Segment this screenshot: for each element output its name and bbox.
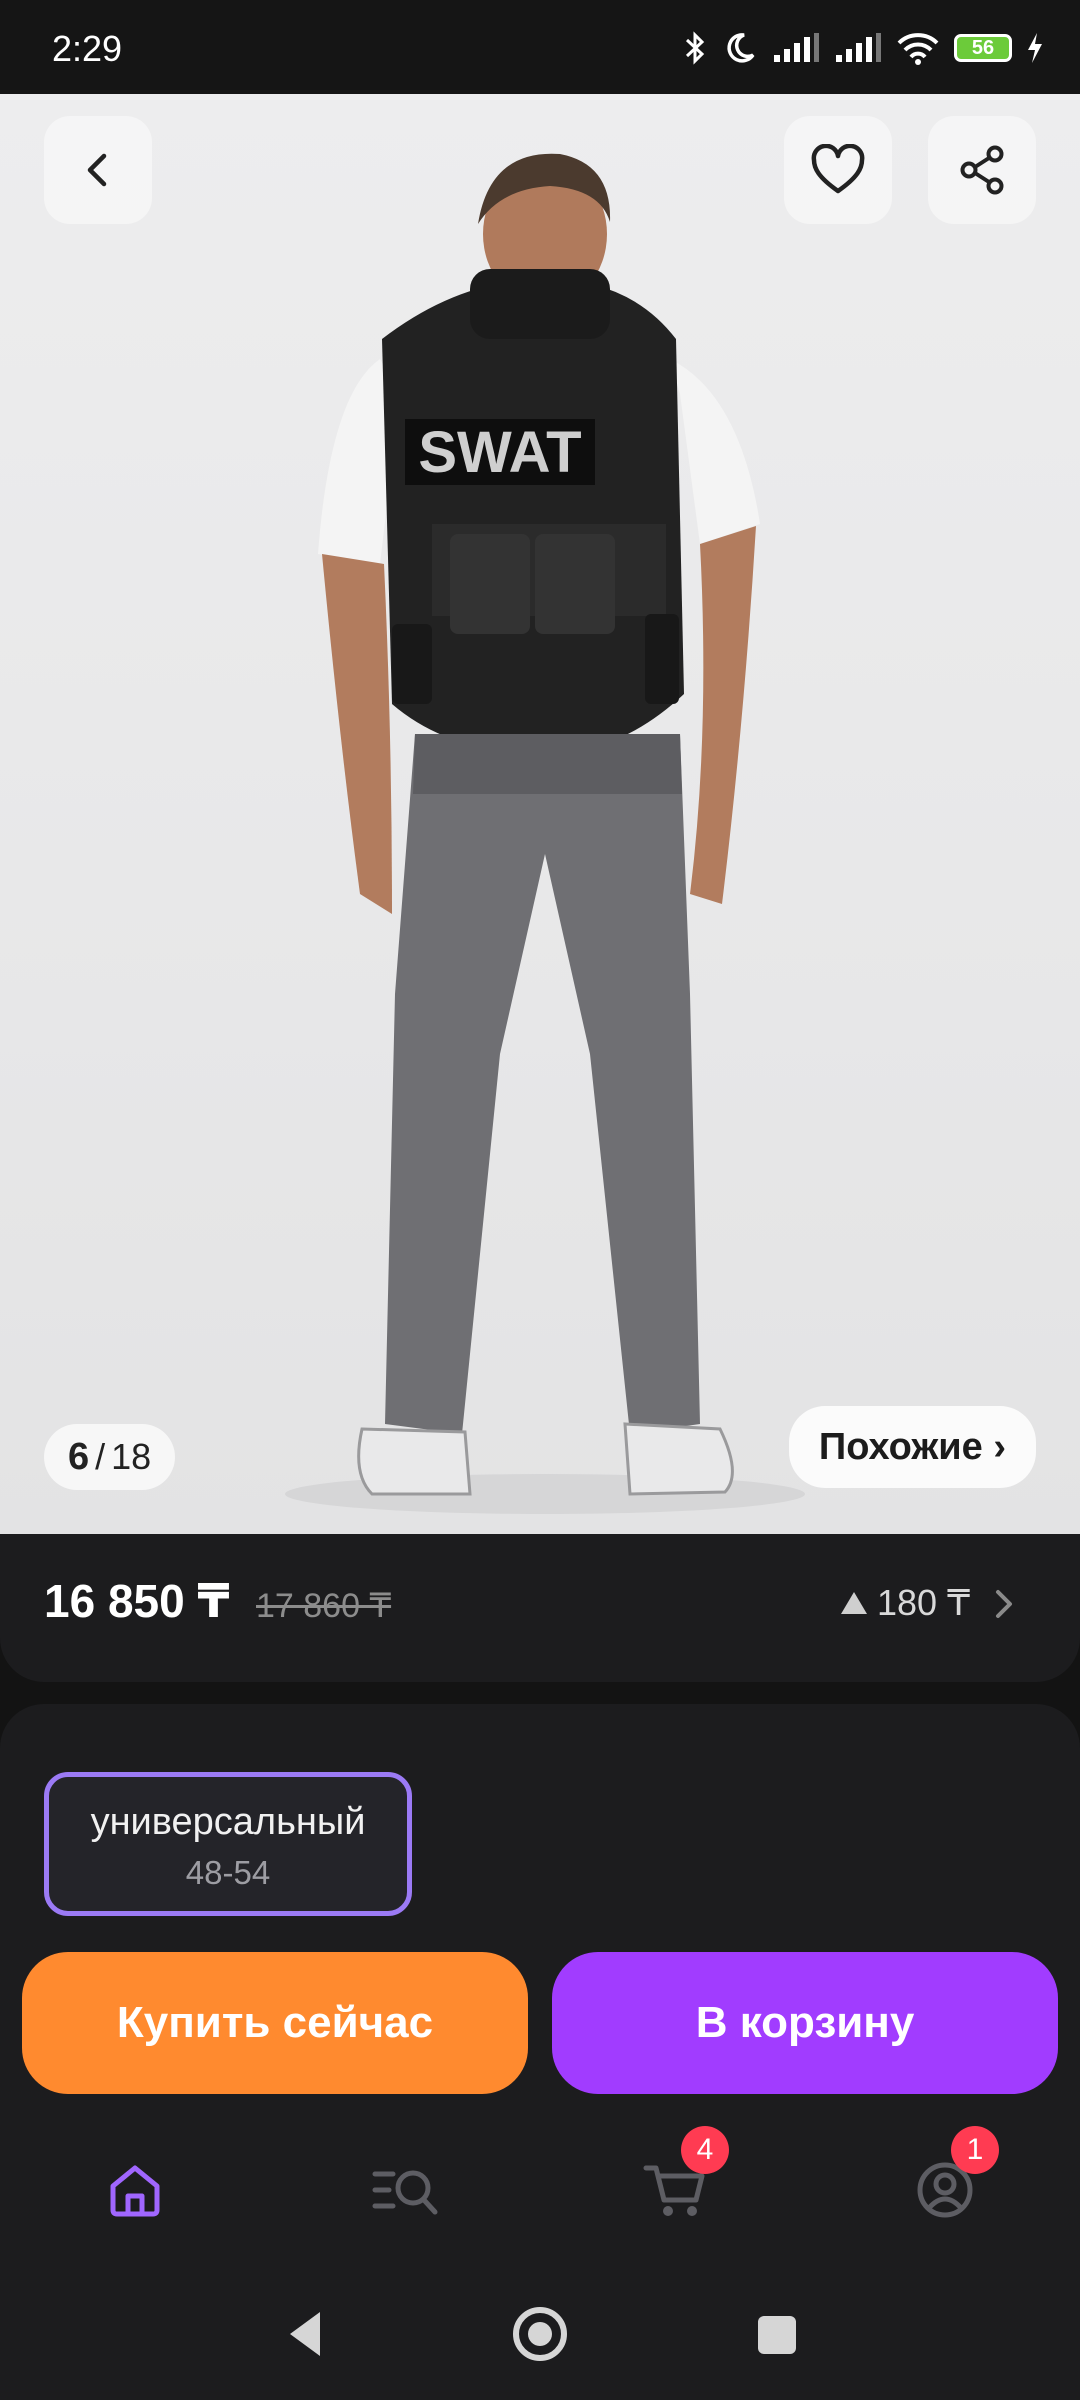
- bottom-tab-bar: 4 1: [0, 2126, 1080, 2270]
- price-bar: 16 850 ₸ 17 860 ₸ 180 ₸: [0, 1534, 1080, 1682]
- moon-icon: [727, 33, 755, 63]
- similar-button[interactable]: Похожие ›: [788, 1406, 1036, 1488]
- product-image: SWAT: [285, 153, 805, 1514]
- pager-current: 6: [68, 1435, 90, 1478]
- chevron-left-icon: [87, 153, 107, 187]
- signal-icon-2: [836, 33, 881, 62]
- size-option[interactable]: универсальный 48-54: [44, 1772, 412, 1916]
- share-icon: [960, 145, 1004, 195]
- status-icons: 56: [682, 30, 1044, 66]
- size-option-range: 48-54: [185, 1854, 271, 1891]
- share-button[interactable]: [928, 116, 1036, 224]
- home-icon: [110, 2165, 160, 2217]
- profile-badge: 1: [951, 2126, 999, 2174]
- wifi-icon: [897, 33, 939, 65]
- cart-badge: 4: [681, 2126, 729, 2174]
- catalog-search-icon: [372, 2170, 438, 2215]
- old-price: 17 860 ₸: [256, 1587, 392, 1625]
- charging-icon: [1028, 33, 1042, 63]
- purchase-sheet: универсальный 48-54 Купить сейчас В корз…: [0, 1704, 1080, 2400]
- favorite-button[interactable]: [784, 116, 892, 224]
- pager-separator: /: [95, 1436, 106, 1477]
- buy-now-button[interactable]: Купить сейчас: [22, 1952, 528, 2094]
- bluetooth-icon: [685, 31, 705, 65]
- pager-total: 18: [111, 1436, 152, 1477]
- triangle-up-icon: [841, 1592, 868, 1614]
- status-time: 2:29: [52, 28, 123, 69]
- tab-catalog[interactable]: [345, 2130, 465, 2250]
- image-pager: 6 / 18: [44, 1424, 176, 1490]
- add-to-cart-button[interactable]: В корзину: [552, 1952, 1058, 2094]
- status-bar: 2:29 56: [0, 0, 1080, 94]
- svg-text:SWAT: SWAT: [418, 420, 581, 485]
- nav-home-icon[interactable]: [510, 2304, 570, 2364]
- product-photo[interactable]: SWAT 6 / 18 Похожие ›: [0, 94, 1080, 1534]
- tab-cart[interactable]: 4: [615, 2126, 735, 2250]
- size-option-name: универсальный: [90, 1801, 366, 1843]
- price-change[interactable]: 180 ₸: [839, 1582, 970, 1624]
- signal-icon: [774, 33, 819, 62]
- tab-profile[interactable]: 1: [885, 2126, 1005, 2250]
- price-change-value: 180 ₸: [877, 1582, 970, 1623]
- nav-back-icon[interactable]: [280, 2304, 330, 2364]
- heart-icon: [811, 144, 865, 194]
- back-button[interactable]: [44, 116, 152, 224]
- chevron-right-icon[interactable]: [990, 1586, 1018, 1622]
- current-price: 16 850 ₸: [44, 1575, 230, 1627]
- battery-level: 56: [971, 36, 995, 59]
- system-nav-bar: [0, 2282, 1080, 2400]
- nav-recents-icon[interactable]: [752, 2304, 802, 2364]
- battery-indicator: 56: [954, 34, 1012, 62]
- tab-home[interactable]: [75, 2130, 195, 2250]
